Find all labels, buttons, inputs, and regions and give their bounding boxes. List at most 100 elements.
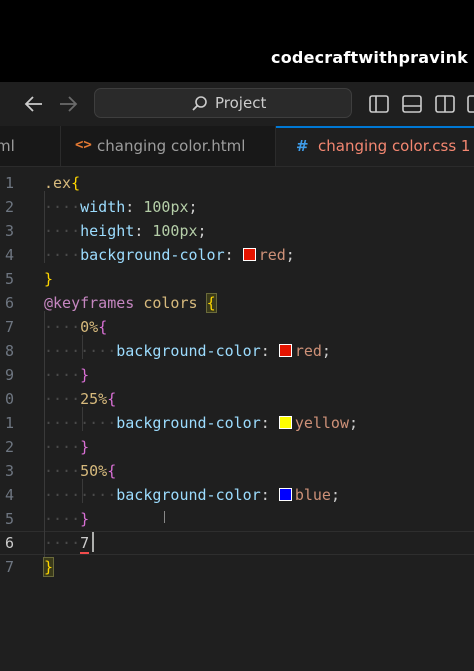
line-number: 1 [4,414,14,432]
css-value: red [294,342,322,360]
semicolon: ; [321,342,331,360]
toggle-secondary-sidebar-icon[interactable] [434,93,456,115]
semicolon: ; [330,486,340,504]
tab-changing-color-html[interactable]: <> changing color.html [61,126,276,166]
line-number: 7 [4,558,14,576]
semicolon: ; [349,414,359,432]
line-number: 3 [4,462,14,480]
open-brace: { [98,318,108,336]
close-brace-matched: } [42,557,55,577]
line-number: 0 [4,390,14,408]
css-unit: px [170,198,189,216]
css-property: background-color [116,414,261,432]
line-number: 2 [4,438,14,456]
code-line-3: ····height: 100px; [44,222,207,240]
css-number: 100 [152,222,180,240]
html-file-icon: <> [75,137,92,153]
tab-label: ml [0,137,15,155]
colon: : [260,486,279,504]
code-line-4: ····background-color: red; [44,246,295,264]
line-number: 4 [4,246,14,264]
css-property: background-color [80,246,225,264]
code-line-5: } [44,270,53,288]
semicolon: ; [188,198,198,216]
tab-label: changing color.css 1 [318,137,471,155]
line-number: 5 [4,510,14,528]
line-number: 6 [4,294,14,312]
back-arrow-icon[interactable] [22,92,46,116]
search-label: Project [215,94,267,112]
keyframe-selector: 25% [80,390,108,408]
command-center-search[interactable]: Project [94,88,352,118]
css-value: red [258,246,286,264]
tab-label: changing color.html [97,137,246,155]
color-swatch-red[interactable] [278,344,292,357]
css-property: background-color [116,486,261,504]
code-line-16: ····7 [44,534,90,554]
code-line-7: ····0%{ [44,318,108,336]
close-brace: } [44,270,54,288]
line-number: 7 [4,318,14,336]
line-number: 9 [4,366,14,384]
code-line-8: ········background-color: red; [44,342,331,360]
close-brace: } [80,510,90,528]
code-line-1: .ex{ [44,174,80,192]
line-number: 4 [4,486,14,504]
semicolon: ; [197,222,207,240]
colon: : [260,342,279,360]
toggle-primary-sidebar-icon[interactable] [368,93,390,115]
keyframes-name: colors [134,294,207,312]
text-cursor [92,532,94,552]
css-selector: .ex [44,174,72,192]
code-line-13: ····50%{ [44,462,117,480]
css-property: height [80,222,135,240]
open-brace-matched: { [205,293,217,313]
line-number: 1 [4,174,14,192]
colon: : [260,414,279,432]
title-bar: Project [0,82,474,126]
editor-tab-bar: ml <> changing color.html # changing col… [0,126,474,167]
code-line-11: ········background-color: yellow; [44,414,359,432]
tab-changing-color-css[interactable]: # changing color.css 1 [276,126,474,166]
css-property: background-color [116,342,261,360]
open-brace: { [107,462,117,480]
code-line-15: ····} [44,510,90,528]
colon: : [134,222,153,240]
css-number: 100 [143,198,171,216]
typed-text: 7 [80,534,90,554]
line-number: 3 [4,222,14,240]
tab-html-partial[interactable]: ml [0,126,61,166]
open-brace: { [107,390,117,408]
css-value: yellow [294,414,349,432]
code-editor[interactable]: 1 2 3 4 5 6 7 8 9 0 1 2 3 4 5 6 7 .ex{ ·… [0,167,474,671]
code-line-10: ····25%{ [44,390,117,408]
line-number-current: 6 [4,534,14,552]
close-brace: } [80,366,90,384]
colon: : [224,246,243,264]
code-line-9: ····} [44,366,90,384]
code-line-12: ····} [44,438,90,456]
line-number: 2 [4,198,14,216]
line-number: 5 [4,270,14,288]
close-brace: } [80,438,90,456]
search-icon [191,95,209,117]
css-property: width [80,198,126,216]
keyframe-selector: 0% [80,318,99,336]
watermark-text: codecraftwithpravink [271,48,468,67]
code-line-6: @keyframes colors { [44,293,217,313]
keyframe-selector: 50% [80,462,108,480]
css-file-icon: # [296,137,309,155]
forward-arrow-icon[interactable] [56,92,80,116]
css-unit: px [179,222,198,240]
semicolon: ; [285,246,295,264]
color-swatch-red[interactable] [242,248,256,261]
color-swatch-blue[interactable] [278,488,292,501]
css-value: blue [294,486,331,504]
code-line-17: } [42,557,55,577]
toggle-panel-icon[interactable] [401,93,423,115]
customize-layout-icon[interactable] [466,93,474,115]
code-line-14: ········background-color: blue; [44,486,340,504]
mouse-ibeam-cursor [164,511,165,523]
color-swatch-yellow[interactable] [278,416,292,429]
open-brace: { [71,174,81,192]
